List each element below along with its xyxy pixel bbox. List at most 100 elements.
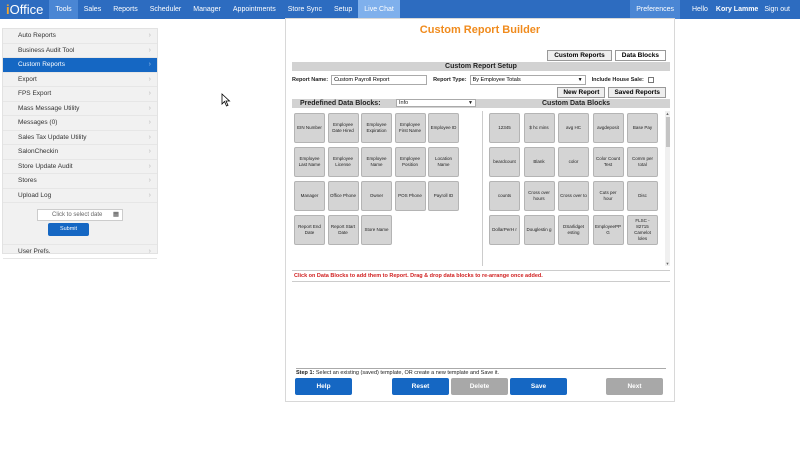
sidebar-item-fps-export[interactable]: FPS Export › [3, 87, 157, 102]
data-block[interactable]: Employee Last Name [294, 147, 325, 177]
nav-item-tools[interactable]: Tools [49, 0, 78, 19]
custom-blocks-label: Custom Data Blocks [542, 100, 611, 107]
nav-item-reports[interactable]: Reports [107, 0, 144, 19]
data-block[interactable]: Color Count Test [592, 147, 624, 177]
data-block[interactable]: beardcount [489, 147, 520, 177]
data-block[interactable]: Store Name [361, 215, 392, 245]
data-block[interactable]: Report End Date [294, 215, 325, 245]
nav-item-setup[interactable]: Setup [328, 0, 358, 19]
data-block[interactable]: Base Pay [627, 113, 658, 143]
data-block[interactable]: Blank [523, 147, 555, 177]
custom-blocks-scrollbar[interactable]: ▲ ▼ [665, 111, 670, 266]
data-block[interactable]: Office Phone [327, 181, 359, 211]
mouse-cursor-icon [221, 93, 231, 107]
preferences-link[interactable]: Preferences [630, 0, 680, 19]
data-block[interactable]: Comm per total [627, 147, 658, 177]
data-block[interactable]: Employee Name [361, 147, 392, 177]
data-block[interactable]: avgdeposit [592, 113, 624, 143]
sidebar-item-business-audit-tool[interactable]: Business Audit Tool › [3, 44, 157, 58]
data-block[interactable]: Employee License [327, 147, 359, 177]
data-block[interactable]: EmployeePP G [592, 215, 624, 245]
saved-reports-button[interactable]: Saved Reports [608, 87, 666, 98]
data-block[interactable]: Employee Position [394, 147, 426, 177]
nav-item-sales[interactable]: Sales [78, 0, 108, 19]
save-button[interactable]: Save [510, 378, 567, 395]
delete-button[interactable]: Delete [451, 378, 508, 395]
report-type-label: Report Type: [433, 77, 467, 83]
data-block[interactable]: $ hc mins [523, 113, 555, 143]
help-button[interactable]: Help [295, 378, 352, 395]
setup-row: Report Name: Custom Payroll Report Repor… [292, 74, 670, 86]
data-block[interactable]: 12345 [489, 113, 520, 143]
data-block[interactable]: Payroll ID [428, 181, 459, 211]
data-block[interactable]: Employee Expiration [361, 113, 392, 143]
sidebar-item-sales-tax-update-utility[interactable]: Sales Tax Update Utility › [3, 131, 157, 145]
data-block[interactable]: Cuts per hour [592, 181, 624, 211]
nav-item-live-chat[interactable]: Live Chat [358, 0, 400, 19]
data-block[interactable]: Employee First Name [394, 113, 426, 143]
report-type-value: By Employee Totals [472, 77, 521, 83]
logo-text: Office [9, 2, 44, 17]
data-block[interactable]: Employee Date Hired [327, 113, 359, 143]
sidebar-item-custom-reports[interactable]: Custom Reports › [3, 58, 157, 73]
sidebar-item-store-update-audit[interactable]: Store Update Audit › [3, 160, 157, 174]
chevron-right-icon: › [148, 104, 151, 112]
sidebar-item-label: Auto Reports [18, 32, 56, 39]
nav-item-store-sync[interactable]: Store Sync [282, 0, 328, 19]
data-block[interactable]: Employee ID [428, 113, 459, 143]
signout-link[interactable]: Sign out [764, 0, 796, 19]
data-block[interactable]: Location Name [428, 147, 459, 177]
data-block[interactable]: FLSC - 82715 Camelot loles [627, 215, 658, 245]
sidebar-item-export[interactable]: Export › [3, 73, 157, 87]
predefined-category-select[interactable]: Info ▼ [396, 99, 476, 107]
data-block[interactable]: Cross over hours [523, 181, 555, 211]
data-block[interactable]: DSarlidget esting [558, 215, 589, 245]
data-block[interactable]: Manager [294, 181, 325, 211]
chevron-right-icon: › [148, 90, 151, 97]
calendar-icon[interactable]: ▦ [113, 210, 119, 220]
data-block[interactable]: color [558, 147, 589, 177]
data-block[interactable]: Report Start Date [327, 215, 359, 245]
house-sale-checkbox[interactable] [647, 77, 654, 83]
top-right-menu: Preferences Hello Kory Lamme Sign out [630, 0, 796, 19]
sidebar-item-user-prefs[interactable]: User Prefs. › [3, 244, 157, 259]
sidebar-item-auto-reports[interactable]: Auto Reports › [3, 29, 157, 44]
scroll-down-icon[interactable]: ▼ [665, 261, 670, 266]
custom-blocks-area: ▲ ▼ 12345 $ hc mins avg HC avgdeposit Base P… [482, 111, 670, 266]
chevron-right-icon: › [148, 32, 151, 39]
main-nav: Tools Sales Reports Scheduler Manager Appoint… [49, 0, 400, 19]
data-block[interactable]: Owner [361, 181, 392, 211]
report-name-input[interactable]: Custom Payroll Report [331, 75, 428, 85]
page-title: Custom Report Builder [419, 24, 541, 36]
data-block[interactable]: POS Phone [394, 181, 426, 211]
nav-item-appointments[interactable]: Appointments [227, 0, 282, 19]
reset-button[interactable]: Reset [392, 378, 449, 395]
data-block[interactable]: avg HC [558, 113, 589, 143]
tab-data-blocks[interactable]: Data Blocks [614, 50, 666, 61]
scroll-up-icon[interactable]: ▲ [665, 111, 670, 116]
data-block[interactable]: Douglestin g [523, 215, 555, 245]
data-block[interactable]: counts [489, 181, 520, 211]
next-button[interactable]: Next [606, 378, 663, 395]
app-logo[interactable]: i Office [0, 0, 49, 19]
date-placeholder: Click to select date [52, 212, 103, 218]
sidebar-item-mass-message-utility[interactable]: Mass Message Utility › [3, 102, 157, 116]
tab-custom-reports[interactable]: Custom Reports [547, 50, 612, 61]
report-type-select[interactable]: By Employee Totals ▼ [469, 75, 586, 85]
new-report-button[interactable]: New Report [557, 87, 606, 98]
sidebar-item-saloncheckin[interactable]: SalonCheckin › [3, 145, 157, 160]
date-picker-input[interactable]: Click to select date ▦ [37, 209, 123, 221]
user-greeting: Hello Kory Lamme [680, 0, 764, 19]
nav-item-scheduler[interactable]: Scheduler [144, 0, 188, 19]
sidebar-item-messages-0[interactable]: Messages (0) › [3, 116, 157, 131]
nav-item-manager[interactable]: Manager [187, 0, 227, 19]
submit-button[interactable]: Submit [48, 223, 89, 236]
data-block[interactable]: EIN Number [294, 113, 325, 143]
scrollbar-thumb[interactable] [665, 117, 670, 147]
predefined-select-value: Info [399, 100, 409, 106]
data-block[interactable]: Cross over to [558, 181, 589, 211]
sidebar-item-stores[interactable]: Stores › [3, 174, 157, 189]
data-block[interactable]: Disc [627, 181, 658, 211]
sidebar-item-upload-log[interactable]: Upload Log › [3, 189, 157, 203]
data-block[interactable]: DollarPerH r [489, 215, 520, 245]
